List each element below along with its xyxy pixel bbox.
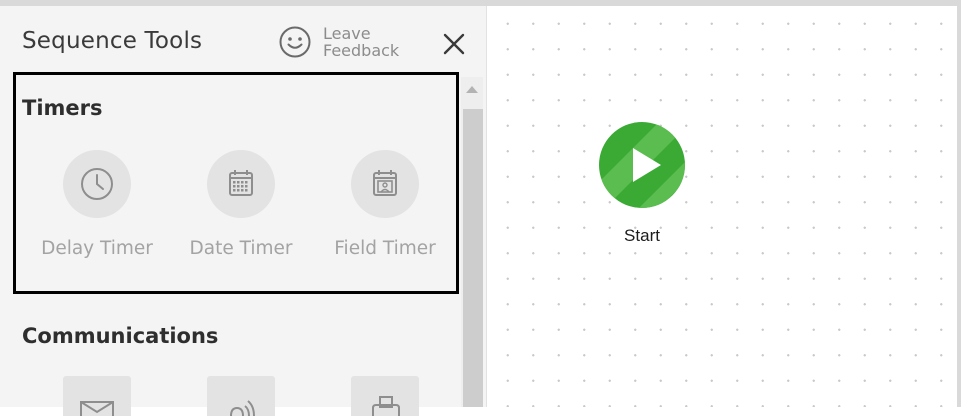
field-calendar-icon-circle [351,150,419,218]
date-timer-label: Date Timer [189,238,293,259]
voice-icon [230,400,255,416]
voice-tool[interactable] [168,376,314,416]
email-tool[interactable] [24,376,170,416]
start-label: Start [624,226,660,245]
panel-header: Sequence Tools Leave Feedback [0,6,487,72]
field-timer-tool[interactable]: Field Timer [312,150,458,259]
delay-timer-tool[interactable]: Delay Timer [24,150,170,259]
clock-icon [81,168,113,200]
field-calendar-icon [373,170,397,196]
timers-heading: Timers [22,96,103,120]
sequence-canvas[interactable] [487,6,957,407]
date-timer-tool[interactable]: Date Timer [168,150,314,259]
calendar-icon [229,170,253,196]
scrollbar-thumb[interactable] [463,109,483,407]
panel-title: Sequence Tools [22,28,203,54]
voice-icon-box [207,376,275,416]
email-icon [80,401,114,416]
fax-icon [372,396,400,416]
scroll-up-arrow-icon[interactable] [466,86,478,93]
feedback-text: Leave Feedback [323,25,423,59]
feedback-line-1: Leave [323,24,371,43]
fax-icon-box [351,376,419,416]
start-play-icon[interactable] [599,122,685,208]
clock-icon-circle [63,150,131,218]
sequence-tools-panel: Sequence Tools Leave Feedback Timers Del… [0,6,487,416]
feedback-line-2: Feedback [323,41,400,60]
close-icon[interactable] [440,30,468,58]
communications-heading: Communications [22,324,219,348]
delay-timer-label: Delay Timer [41,238,153,259]
panel-scrollbar[interactable] [461,77,483,407]
fax-tool[interactable] [312,376,458,416]
field-timer-label: Field Timer [334,238,436,259]
calendar-icon-circle [207,150,275,218]
email-icon-box [63,376,131,416]
start-node[interactable]: Start [599,122,685,245]
smiley-icon [279,26,311,58]
window-right-border [957,0,961,407]
